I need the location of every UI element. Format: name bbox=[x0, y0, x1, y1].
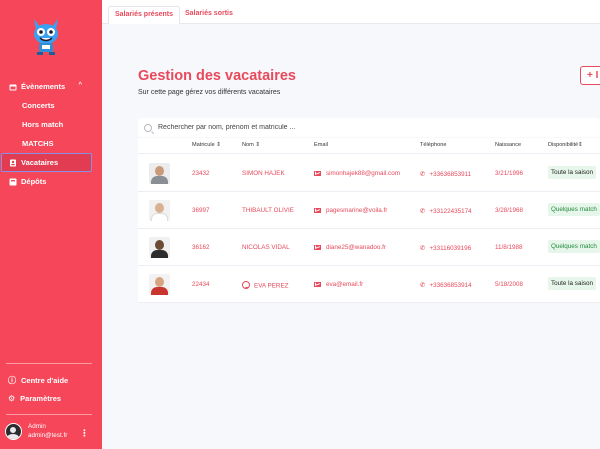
gear-icon: ⚙ bbox=[8, 394, 16, 403]
cell-telephone[interactable]: ✆ +33636853911 bbox=[420, 170, 471, 178]
mail-icon bbox=[314, 281, 321, 287]
table-row[interactable]: 36162 NICOLAS VIDAL diane25@wanadoo.fr ✆… bbox=[138, 229, 600, 266]
cell-matricule: 22434 bbox=[192, 281, 210, 288]
status-badge: Toute la saison bbox=[548, 277, 597, 290]
column-header-email: Email bbox=[314, 142, 328, 148]
table-row[interactable]: 36997 THIBAULT OLIVIE pagesmarine@voila.… bbox=[138, 192, 600, 229]
sidebar-item-label: Évènements bbox=[21, 82, 66, 91]
cell-matricule: 36997 bbox=[192, 207, 210, 214]
table-row[interactable]: 22434 EVA PEREZ eva@email.fr ✆ +336368539… bbox=[138, 266, 600, 303]
smile-icon bbox=[242, 281, 250, 289]
cell-nom: NICOLAS VIDAL bbox=[242, 244, 290, 251]
mail-icon bbox=[314, 170, 321, 176]
sort-icon: ⇕ bbox=[255, 142, 261, 148]
avatar bbox=[5, 422, 22, 440]
sort-icon: ⇕ bbox=[578, 142, 583, 148]
sidebar-item-vacataires[interactable]: Vacataires bbox=[1, 153, 92, 172]
cell-naissance: 5/18/2008 bbox=[495, 281, 524, 288]
mail-icon bbox=[314, 207, 321, 213]
column-header-telephone: Téléphone bbox=[420, 142, 447, 148]
status-badge: Toute la saison bbox=[548, 166, 597, 179]
search-icon bbox=[144, 123, 152, 132]
phone-icon: ✆ bbox=[420, 208, 426, 215]
cell-nom: EVA PEREZ bbox=[242, 281, 289, 290]
column-header-nom[interactable]: Nom ⇕ bbox=[242, 142, 260, 148]
avatar bbox=[149, 237, 170, 258]
table-row[interactable]: 23432 SIMON HAJEK simonhajek88@gmail.com… bbox=[138, 155, 600, 192]
sidebar-item-evenements[interactable]: Évènements ^ bbox=[0, 77, 102, 96]
cell-telephone[interactable]: ✆ +33636853914 bbox=[420, 281, 472, 289]
search-input[interactable] bbox=[158, 124, 598, 131]
cell-email[interactable]: simonhajek88@gmail.com bbox=[314, 170, 400, 177]
sidebar-item-matchs[interactable]: MATCHS bbox=[0, 134, 102, 153]
status-badge: Quelques match bbox=[548, 240, 600, 253]
sidebar-item-concerts[interactable]: Concerts bbox=[0, 96, 102, 115]
cell-email[interactable]: pagesmarine@voila.fr bbox=[314, 207, 387, 214]
user-profile[interactable]: Admin admin@test.fr bbox=[5, 422, 67, 440]
mascot-logo bbox=[34, 19, 58, 55]
sidebar-divider bbox=[6, 414, 92, 415]
cell-telephone[interactable]: ✆ +33116039196 bbox=[420, 244, 471, 252]
tab-salaries-sortis[interactable]: Salariés sortis bbox=[179, 6, 239, 24]
more-options-icon[interactable]: ⋮ bbox=[80, 428, 89, 439]
sort-icon: ⇕ bbox=[216, 142, 221, 148]
cell-nom: SIMON HAJEK bbox=[242, 170, 285, 177]
help-center-link[interactable]: ⓘ Centre d'aide bbox=[8, 375, 68, 386]
vacataires-table: Matricule ⇕ Nom ⇕ Email Téléphone Naissa… bbox=[138, 138, 600, 303]
add-vacataire-button[interactable]: + I bbox=[580, 66, 600, 85]
badge-icon bbox=[8, 158, 17, 167]
cell-email[interactable]: eva@email.fr bbox=[314, 281, 363, 288]
sidebar: Évènements ^ Concerts Hors match MATCHS … bbox=[0, 0, 102, 449]
user-name: Admin bbox=[28, 423, 46, 430]
cell-email[interactable]: diane25@wanadoo.fr bbox=[314, 244, 386, 251]
avatar bbox=[149, 163, 170, 184]
sidebar-divider bbox=[6, 363, 92, 364]
cell-telephone[interactable]: ✆ +33122435174 bbox=[420, 207, 472, 215]
user-email: admin@test.fr bbox=[28, 432, 68, 439]
sidebar-item-label: Dépôts bbox=[21, 177, 47, 186]
box-icon bbox=[8, 177, 17, 186]
cell-naissance: 3/28/1968 bbox=[495, 207, 524, 214]
table-header: Matricule ⇕ Nom ⇕ Email Téléphone Naissa… bbox=[138, 138, 600, 154]
cell-nom: THIBAULT OLIVIE bbox=[242, 207, 294, 214]
help-circle-icon: ⓘ bbox=[8, 376, 16, 385]
mail-icon bbox=[314, 244, 321, 250]
settings-link[interactable]: ⚙ Paramètres bbox=[8, 394, 61, 403]
cell-naissance: 3/21/1996 bbox=[495, 170, 524, 177]
phone-icon: ✆ bbox=[420, 171, 426, 178]
page-title: Gestion des vacataires bbox=[138, 68, 296, 84]
status-badge: Quelques match bbox=[548, 203, 600, 216]
chevron-up-icon[interactable]: ^ bbox=[78, 82, 82, 88]
sidebar-item-hors-match[interactable]: Hors match bbox=[0, 115, 102, 134]
top-tabs-bar: Salariés présents Salariés sortis bbox=[102, 0, 600, 24]
column-header-disponibilite[interactable]: Disponibilité⇕ bbox=[548, 142, 583, 148]
column-header-matricule[interactable]: Matricule ⇕ bbox=[192, 142, 221, 148]
search-bar bbox=[138, 118, 600, 137]
phone-icon: ✆ bbox=[420, 282, 426, 289]
cell-matricule: 23432 bbox=[192, 170, 210, 177]
phone-icon: ✆ bbox=[420, 245, 426, 252]
sidebar-item-depots[interactable]: Dépôts bbox=[0, 172, 102, 191]
cell-naissance: 11/8/1988 bbox=[495, 244, 523, 251]
cell-matricule: 36162 bbox=[192, 244, 210, 251]
page-subtitle: Sur cette page gérez vos différents vaca… bbox=[138, 89, 281, 96]
tab-salaries-presents[interactable]: Salariés présents bbox=[108, 6, 180, 24]
column-header-naissance: Naissance bbox=[495, 142, 522, 148]
avatar bbox=[149, 274, 170, 295]
calendar-icon bbox=[8, 82, 17, 91]
sidebar-nav: Évènements ^ Concerts Hors match MATCHS … bbox=[0, 77, 102, 191]
sidebar-item-label: Vacataires bbox=[21, 158, 59, 167]
avatar bbox=[149, 200, 170, 221]
